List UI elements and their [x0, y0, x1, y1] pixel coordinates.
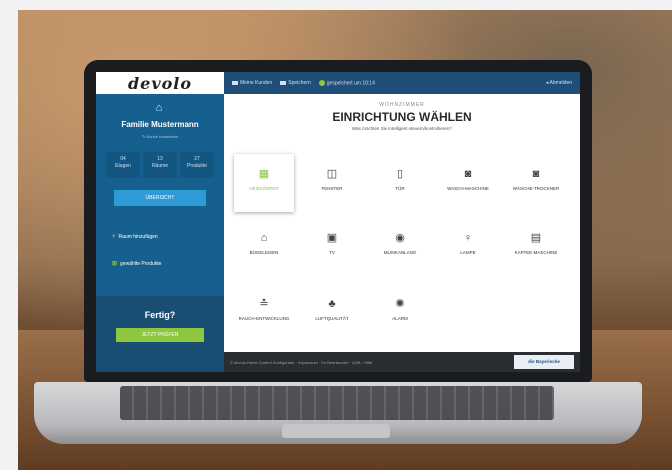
device-tile[interactable]: ♀ LAMPE — [438, 218, 498, 276]
lamp-icon: ♀ — [463, 232, 473, 244]
add-room-label: Raum hinzufügen — [118, 234, 158, 240]
laptop-screen: devolo Meine Kunden Speichern gespeicher… — [96, 72, 580, 372]
photo-border-left — [0, 0, 18, 470]
stat-products: 27 Produkte — [180, 152, 214, 178]
selected-products-link[interactable]: ⊞ gewählte Produkte — [112, 260, 161, 267]
check-icon — [318, 79, 325, 86]
device-tile[interactable]: ≛ RAUCH-ENTWICKLUNG — [234, 284, 294, 342]
page-question: Was möchten Sie intelligent steuern/kont… — [352, 126, 452, 131]
logout-link[interactable]: ◂ Abmelden — [546, 80, 572, 86]
device-tile-label: TV — [329, 250, 335, 255]
test-now-button[interactable]: JETZT PRÜFEN — [116, 328, 204, 342]
iron-icon: ⌂ — [260, 232, 268, 244]
device-tile[interactable]: ▣ TV — [302, 218, 362, 276]
main-panel: WOHNZIMMER EINRICHTUNG WÄHLEN Was möchte… — [224, 94, 580, 352]
my-customers-label: Meine Kunden — [240, 80, 273, 86]
device-tile[interactable]: ▤ KAFFEE-MASCHINE — [506, 218, 566, 276]
laptop-trackpad — [282, 424, 390, 438]
device-tile-label: BÜGELEISEN — [249, 250, 279, 255]
saved-status-text: gespeichert um 10:14 — [326, 80, 375, 87]
logo-area: devolo — [96, 72, 224, 94]
stat-value: 13 — [157, 156, 163, 162]
device-tile-label: TÜR — [395, 186, 405, 191]
tv-icon: ▣ — [326, 232, 338, 244]
device-tile[interactable]: ◉ MUSIKANLAGE — [370, 218, 430, 276]
device-tile-label: FENSTER — [321, 186, 343, 191]
overview-button[interactable]: ÜBERSICHT — [114, 190, 206, 206]
stat-label: Etagen — [115, 163, 131, 169]
stat-value: 27 — [194, 156, 200, 162]
partner-logo: die Bayerische — [514, 355, 574, 369]
footer-text: © devolo Home Control Konfigurator · Imp… — [230, 359, 373, 365]
device-tile-label: RAUCH-ENTWICKLUNG — [238, 316, 290, 321]
alarm-icon: ✺ — [395, 298, 405, 310]
device-tile[interactable]: ◙ WASCH-MASCHINE — [438, 154, 498, 212]
done-heading: Fertig? — [144, 310, 176, 320]
edit-customer-link[interactable]: ✎ Kunde bearbeiten — [96, 134, 224, 139]
footer: © devolo Home Control Konfigurator · Imp… — [224, 352, 580, 372]
page-title: EINRICHTUNG WÄHLEN — [332, 110, 472, 124]
stat-rooms: 13 Räume — [143, 152, 177, 178]
washing-machine-icon: ◙ — [464, 168, 472, 180]
device-tile-label: WÄSCHE-TROCKNER — [512, 186, 560, 191]
list-icon — [232, 80, 238, 85]
devolo-logo[interactable]: devolo — [128, 74, 192, 93]
my-customers-link[interactable]: Meine Kunden — [232, 80, 272, 86]
radiator-icon: ▦ — [258, 168, 270, 180]
air-quality-icon: ♣ — [328, 298, 336, 310]
device-tile[interactable]: ♣ LUFTQUALITÄT — [302, 284, 362, 342]
laptop-keyboard — [120, 386, 554, 420]
stat-value: 04 — [120, 156, 126, 162]
home-icon: ⌂ — [155, 102, 163, 114]
device-tile-label: LAMPE — [460, 250, 476, 255]
plus-icon: + — [112, 234, 116, 240]
device-tile[interactable]: ◙ WÄSCHE-TROCKNER — [506, 154, 566, 212]
family-name: Familie Mustermann — [121, 120, 199, 129]
top-bar: devolo Meine Kunden Speichern gespeicher… — [96, 72, 580, 94]
room-name: WOHNZIMMER — [379, 102, 425, 108]
stat-label: Räume — [151, 163, 169, 169]
save-label: Speichern — [288, 80, 311, 86]
device-tile-label: WASCH-MASCHINE — [447, 186, 489, 191]
window-icon: ◫ — [326, 168, 338, 180]
device-tile-label: HEIZKÖRPER — [249, 186, 279, 191]
speaker-icon: ◉ — [395, 232, 405, 244]
device-tile-label: LUFTQUALITÄT — [315, 316, 349, 321]
door-icon: ▯ — [396, 168, 404, 180]
stats-row: 04 Etagen 13 Räume 27 Produkte — [106, 152, 214, 178]
save-button[interactable]: Speichern — [280, 80, 311, 86]
smoke-icon: ≛ — [259, 298, 269, 310]
device-tile-label: ALARM — [392, 316, 408, 321]
logout-label: Abmelden — [549, 80, 572, 86]
dryer-icon: ◙ — [532, 168, 540, 180]
sidebar: ⌂ Familie Mustermann ✎ Kunde bearbeiten … — [96, 94, 224, 372]
device-tile[interactable]: ▯ TÜR — [370, 154, 430, 212]
photo-border-top — [0, 0, 672, 10]
done-panel: Fertig? JETZT PRÜFEN — [96, 296, 224, 372]
saved-status: gespeichert um 10:14 — [318, 79, 375, 87]
device-tile-label: MUSIKANLAGE — [383, 250, 417, 255]
selected-products-label: gewählte Produkte — [120, 261, 162, 267]
stat-label: Produkte — [186, 163, 207, 169]
save-icon — [280, 80, 287, 85]
device-tile[interactable]: ▦ HEIZKÖRPER — [234, 154, 294, 212]
device-tile[interactable]: ⌂ BÜGELEISEN — [234, 218, 294, 276]
add-room-link[interactable]: + Raum hinzufügen — [112, 234, 158, 240]
device-tile[interactable]: ✺ ALARM — [370, 284, 430, 342]
coffee-machine-icon: ▤ — [530, 232, 542, 244]
device-tile-label: KAFFEE-MASCHINE — [514, 250, 558, 255]
cart-icon: ⊞ — [112, 261, 118, 267]
navbar: Meine Kunden Speichern gespeichert um 10… — [224, 72, 580, 94]
device-tile[interactable]: ◫ FENSTER — [302, 154, 362, 212]
stat-floors: 04 Etagen — [106, 152, 140, 178]
edit-customer-label: Kunde bearbeiten — [146, 134, 179, 139]
